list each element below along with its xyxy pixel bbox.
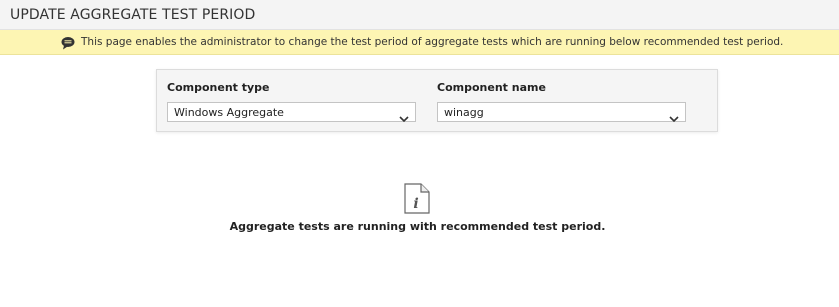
empty-state: i Aggregate tests are running with recom…: [0, 183, 839, 243]
chevron-down-icon: [399, 108, 409, 123]
chevron-down-icon: [669, 108, 679, 123]
component-type-label: Component type: [167, 81, 270, 94]
component-name-value: winagg: [444, 106, 484, 119]
svg-text:i: i: [413, 196, 418, 212]
component-type-select[interactable]: Windows Aggregate: [167, 102, 416, 123]
component-type-value: Windows Aggregate: [174, 106, 284, 119]
empty-state-message: Aggregate tests are running with recomme…: [229, 220, 606, 233]
comment-icon: [61, 35, 75, 50]
component-name-label: Component name: [437, 81, 546, 94]
selector-panel: Component type Windows Aggregate Compone…: [156, 69, 718, 132]
component-name-select[interactable]: winagg: [437, 102, 686, 123]
info-document-icon: i: [404, 183, 430, 214]
page-header: UPDATE AGGREGATE TEST PERIOD: [0, 0, 839, 30]
banner-text: This page enables the administrator to c…: [81, 36, 784, 48]
page-title: UPDATE AGGREGATE TEST PERIOD: [10, 7, 256, 23]
info-banner: This page enables the administrator to c…: [0, 30, 839, 55]
